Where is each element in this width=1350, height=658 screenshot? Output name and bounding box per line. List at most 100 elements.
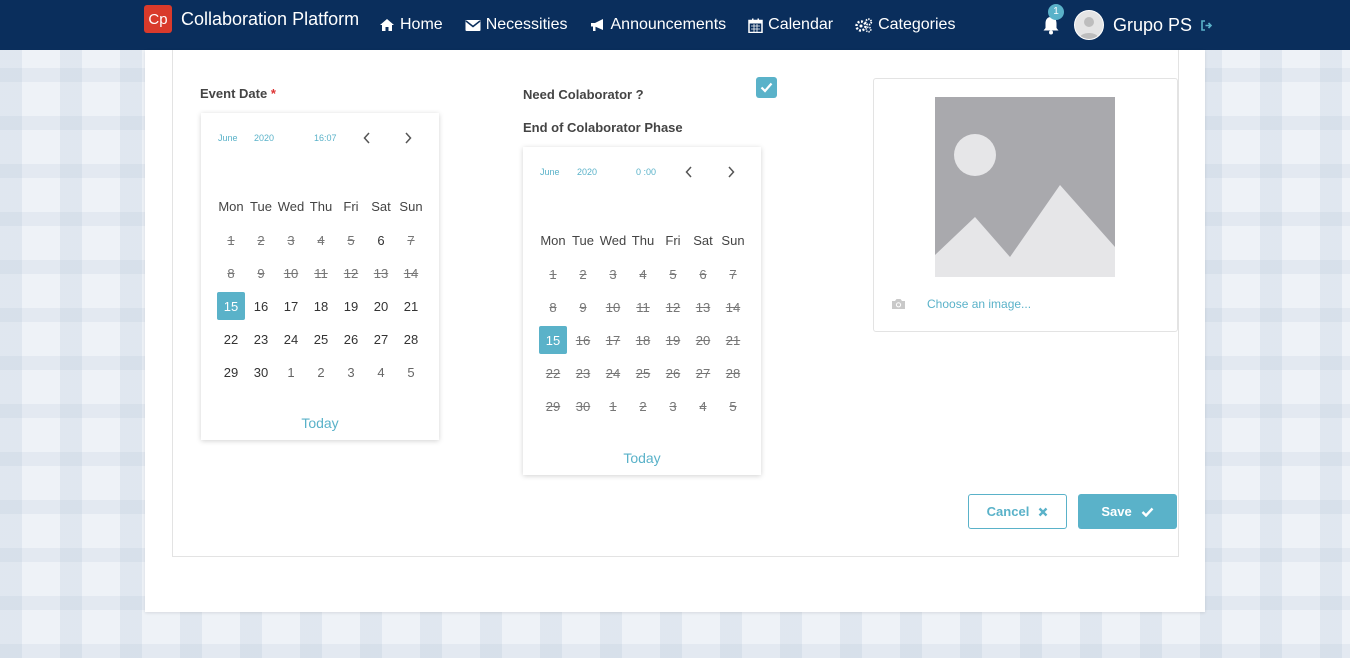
chevron-left-icon[interactable]	[362, 131, 372, 150]
end-phase-calendar: June 2020 0 :00 Mon Tue Wed Thu Fri Sat Sun 12…	[523, 147, 761, 475]
calendar-day[interactable]: 24	[277, 325, 305, 353]
calendar-day[interactable]: 28	[397, 325, 425, 353]
selected-day[interactable]: 15	[217, 292, 245, 320]
calendar-month-select[interactable]: June	[540, 167, 560, 177]
calendar-day: 19	[665, 332, 681, 348]
today-button[interactable]: Today	[201, 415, 439, 431]
avatar[interactable]	[1074, 10, 1104, 40]
calendar-day[interactable]: 17	[277, 292, 305, 320]
weekday-header: Mon Tue Wed Thu Fri Sat Sun	[216, 199, 426, 214]
calendar-day: 12	[343, 265, 359, 281]
calendar-month-select[interactable]: June	[218, 133, 238, 143]
day-grid: 1 2 3 4 5 6 7 8 9 10 11 12 13 14 15 16 17 18 19 20 21 22 23 24 2…	[538, 258, 748, 423]
calendar-day: 8	[227, 265, 235, 281]
chevron-right-icon[interactable]	[403, 131, 413, 150]
calendar-day[interactable]: 30	[247, 358, 275, 386]
main-nav: Home Necessities Announcements Calendar …	[379, 0, 977, 50]
weekday-label: Wed	[599, 233, 627, 248]
today-button[interactable]: Today	[523, 450, 761, 466]
calendar-day: 4	[317, 232, 325, 248]
calendar-day: 14	[725, 299, 741, 315]
nav-home[interactable]: Home	[379, 16, 443, 34]
calendar-day: 17	[605, 332, 621, 348]
weekday-label: Thu	[631, 233, 655, 248]
calendar-day: 22	[545, 365, 561, 381]
notifications[interactable]: 1	[1038, 4, 1064, 38]
selected-day[interactable]: 15	[539, 326, 567, 354]
check-icon	[760, 82, 773, 93]
calendar-day[interactable]: 19	[337, 292, 365, 320]
weekday-label: Tue	[572, 233, 594, 248]
nav-categories[interactable]: Categories	[855, 16, 955, 34]
chevron-left-icon[interactable]	[684, 165, 694, 184]
calendar-day: 13	[373, 265, 389, 281]
nav-necessities[interactable]: Necessities	[465, 16, 568, 34]
calendar-day: 3	[287, 232, 295, 248]
calendar-day: 1	[609, 398, 617, 414]
calendar-day[interactable]: 16	[247, 292, 275, 320]
choose-image-row: Choose an image...	[891, 297, 1031, 311]
calendar-day: 13	[695, 299, 711, 315]
weekday-label: Thu	[309, 199, 333, 214]
need-collaborator-checkbox[interactable]	[756, 77, 777, 98]
notification-badge: 1	[1048, 4, 1064, 20]
calendar-day: 29	[545, 398, 561, 414]
calendar-year-select[interactable]: 2020	[577, 167, 597, 177]
calendar-day: 26	[665, 365, 681, 381]
nav-calendar-label: Calendar	[768, 16, 834, 33]
calendar-day: 11	[314, 265, 328, 281]
calendar-day[interactable]: 26	[337, 325, 365, 353]
chevron-right-icon[interactable]	[726, 165, 736, 184]
calendar-day[interactable]: 3	[337, 358, 365, 386]
calendar-day: 4	[699, 398, 707, 414]
calendar-day: 7	[729, 266, 737, 282]
calendar-day: 30	[575, 398, 591, 414]
brand[interactable]: Cp Collaboration Platform	[144, 5, 359, 33]
calendar-year-select[interactable]: 2020	[254, 133, 274, 143]
calendar-day[interactable]: 2	[307, 358, 335, 386]
calendar-day[interactable]: 18	[307, 292, 335, 320]
calendar-header: June 2020 16:07	[201, 113, 439, 167]
calendar-day: 21	[725, 332, 741, 348]
logout-icon[interactable]	[1200, 19, 1213, 32]
weekday-label: Mon	[218, 199, 244, 214]
calendar-day: 9	[257, 265, 265, 281]
calendar-day[interactable]: 29	[217, 358, 245, 386]
top-navbar: Cp Collaboration Platform Home Necessiti…	[0, 0, 1350, 50]
calendar-day[interactable]: 4	[367, 358, 395, 386]
weekday-label: Wed	[277, 199, 305, 214]
calendar-day[interactable]: 25	[307, 325, 335, 353]
user-silhouette-icon	[1079, 17, 1099, 39]
calendar-time-select[interactable]: 16:07	[314, 133, 337, 143]
app-name: Collaboration Platform	[181, 8, 360, 29]
end-phase-label: End of Colaborator Phase	[523, 120, 683, 135]
calendar-day[interactable]: 27	[367, 325, 395, 353]
nav-calendar[interactable]: Calendar	[748, 16, 833, 34]
image-placeholder[interactable]	[935, 97, 1115, 277]
calendar-day[interactable]: 22	[217, 325, 245, 353]
choose-image-link[interactable]: Choose an image...	[927, 297, 1031, 311]
cancel-button[interactable]: Cancel	[968, 494, 1067, 529]
calendar-day[interactable]: 1	[277, 358, 305, 386]
calendar-day: 14	[403, 265, 419, 281]
calendar-day: 1	[549, 266, 557, 282]
calendar-time-select[interactable]: 0 :00	[636, 167, 656, 177]
required-mark: *	[270, 86, 276, 101]
gears-icon	[855, 17, 873, 33]
calendar-header: June 2020 0 :00	[523, 147, 761, 201]
calendar-day[interactable]: 20	[367, 292, 395, 320]
calendar-day: 8	[549, 299, 557, 315]
save-button[interactable]: Save	[1078, 494, 1177, 529]
nav-announcements-label: Announcements	[610, 16, 727, 33]
calendar-day[interactable]: 6	[367, 226, 395, 254]
image-upload-box: Choose an image...	[873, 78, 1178, 332]
calendar-day[interactable]: 23	[247, 325, 275, 353]
calendar-day: 10	[283, 265, 299, 281]
calendar-icon	[748, 18, 763, 33]
calendar-day[interactable]: 21	[397, 292, 425, 320]
user-name[interactable]: Grupo PS	[1113, 15, 1192, 36]
calendar-day: 20	[695, 332, 711, 348]
nav-announcements[interactable]: Announcements	[590, 16, 727, 34]
calendar-day: 6	[699, 266, 707, 282]
calendar-day[interactable]: 5	[397, 358, 425, 386]
